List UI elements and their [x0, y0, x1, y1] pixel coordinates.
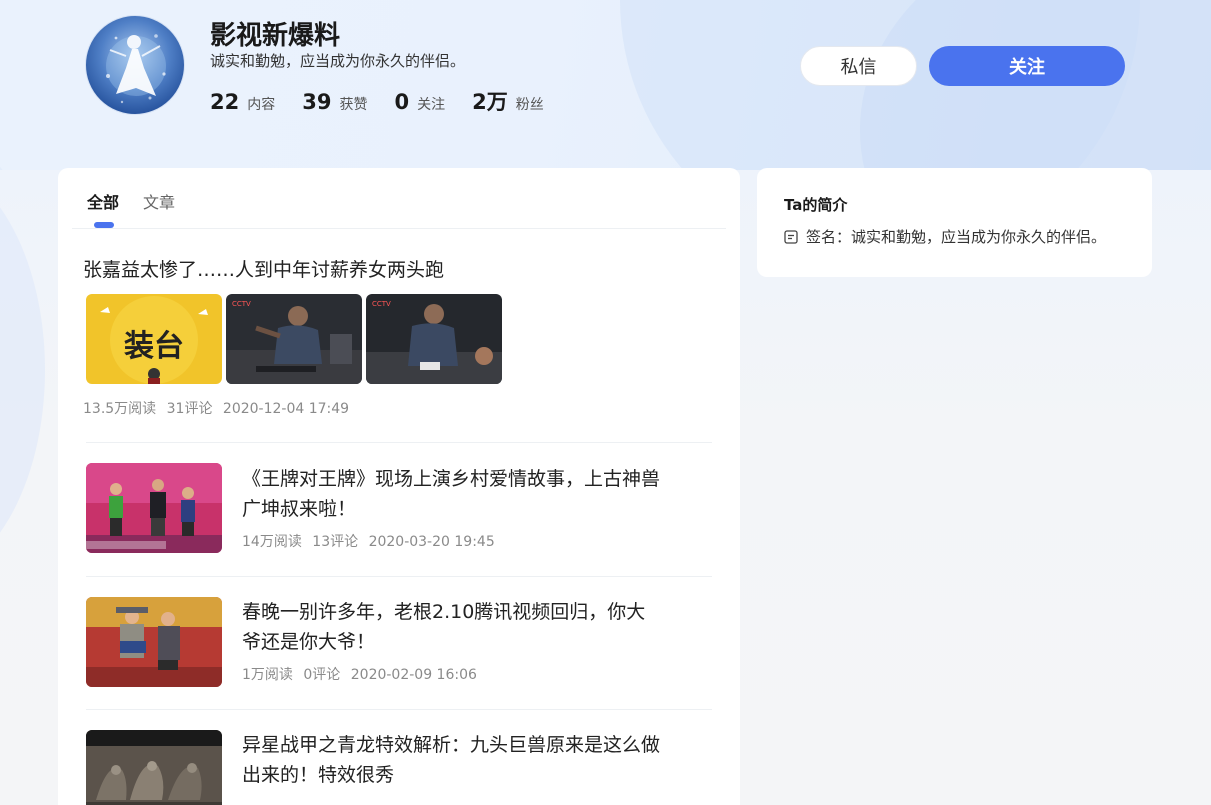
- article-meta: 13.5万阅读 31评论 2020-12-04 17:49: [83, 398, 355, 418]
- profile-name: 影视新爆料: [210, 21, 341, 51]
- profile-signature: 诚实和勤勉，应当成为你永久的伴侣。: [210, 52, 466, 70]
- article-thumbnail[interactable]: CCTV: [366, 294, 502, 384]
- article-date: 2020-12-04 17:49: [222, 401, 350, 417]
- content-card: 全部 文章 张嘉益太惨了……人到中年讨薪养女两头跑 装台 CCTV CCTV 1…: [58, 168, 740, 805]
- article-divider: [86, 576, 712, 577]
- stat-label: 获赞: [339, 97, 368, 113]
- stat-following[interactable]: 0 关注: [394, 90, 445, 114]
- article-meta: 14万阅读 13评论 2020-03-20 19:45: [242, 531, 501, 551]
- stat-followers[interactable]: 2万 粉丝: [472, 86, 544, 116]
- avatar-girl-illustration-icon: [106, 34, 166, 104]
- svg-text:CCTV: CCTV: [232, 300, 251, 308]
- message-button[interactable]: 私信: [800, 46, 917, 86]
- article-comments: 31评论: [166, 401, 213, 417]
- tab-all[interactable]: 全部: [87, 189, 119, 213]
- article-title[interactable]: 《王牌对王牌》现场上演乡村爱情故事，上古神兽广坤叔来啦！: [242, 464, 662, 524]
- stat-number: 2万: [472, 90, 508, 114]
- article-title[interactable]: 张嘉益太惨了……人到中年讨薪养女两头跑: [83, 255, 444, 282]
- follow-button[interactable]: 关注: [929, 46, 1125, 86]
- content-tabs: 全部 文章: [58, 168, 740, 229]
- stat-label: 内容: [247, 97, 276, 113]
- decorative-curve: [0, 160, 45, 580]
- document-icon: [784, 229, 798, 244]
- article-image-group: 装台 CCTV CCTV: [86, 294, 506, 384]
- stat-likes: 39 获赞: [302, 90, 367, 114]
- article-thumbnail[interactable]: [86, 597, 222, 687]
- stat-number: 39: [302, 90, 332, 114]
- avatar[interactable]: [85, 15, 185, 115]
- intro-signature: 签名： 诚实和勤勉，应当成为你永久的伴侣。: [784, 226, 1106, 247]
- tabs-divider: [72, 228, 726, 229]
- intro-signature-text: 诚实和勤勉，应当成为你永久的伴侣。: [851, 228, 1107, 246]
- article-reads: 1万阅读: [242, 667, 293, 683]
- article-date: 2020-02-09 16:06: [350, 667, 477, 683]
- article-divider: [86, 709, 712, 710]
- article-comments: 13评论: [312, 534, 359, 550]
- article-thumbnail[interactable]: [86, 730, 222, 805]
- article-divider: [86, 442, 712, 443]
- stat-number: 0: [394, 90, 410, 114]
- svg-text:装台: 装台: [124, 329, 184, 364]
- article-comments: 0评论: [303, 667, 341, 683]
- svg-text:CCTV: CCTV: [372, 300, 391, 308]
- article-meta: 1万阅读 0评论 2020-02-09 16:06: [242, 664, 483, 684]
- tab-articles[interactable]: 文章: [143, 189, 175, 213]
- article-reads: 13.5万阅读: [83, 401, 157, 417]
- article-date: 2020-03-20 19:45: [368, 534, 495, 550]
- intro-card: Ta的简介 签名： 诚实和勤勉，应当成为你永久的伴侣。: [757, 168, 1152, 277]
- article-title[interactable]: 春晚一别许多年，老根2.10腾讯视频回归，你大爷还是你大爷！: [242, 597, 662, 657]
- article-thumbnail[interactable]: [86, 463, 222, 553]
- profile-page: 影视新爆料 诚实和勤勉，应当成为你永久的伴侣。 22 内容 39 获赞 0 关注…: [0, 0, 1211, 805]
- intro-title: Ta的简介: [784, 196, 848, 214]
- stat-number: 22: [210, 90, 240, 114]
- article-thumbnail[interactable]: 装台: [86, 294, 222, 384]
- stat-label: 关注: [417, 97, 446, 113]
- article-reads: 14万阅读: [242, 534, 302, 550]
- stat-content[interactable]: 22 内容: [210, 90, 275, 114]
- stat-label: 粉丝: [515, 97, 544, 113]
- intro-signature-label: 签名：: [806, 228, 852, 246]
- article-title[interactable]: 异星战甲之青龙特效解析：九头巨兽原来是这么做出来的！特效很秀: [242, 730, 662, 790]
- profile-stats: 22 内容 39 获赞 0 关注 2万 粉丝: [210, 86, 571, 116]
- article-thumbnail[interactable]: CCTV: [226, 294, 362, 384]
- decorative-blob: [0, 120, 50, 170]
